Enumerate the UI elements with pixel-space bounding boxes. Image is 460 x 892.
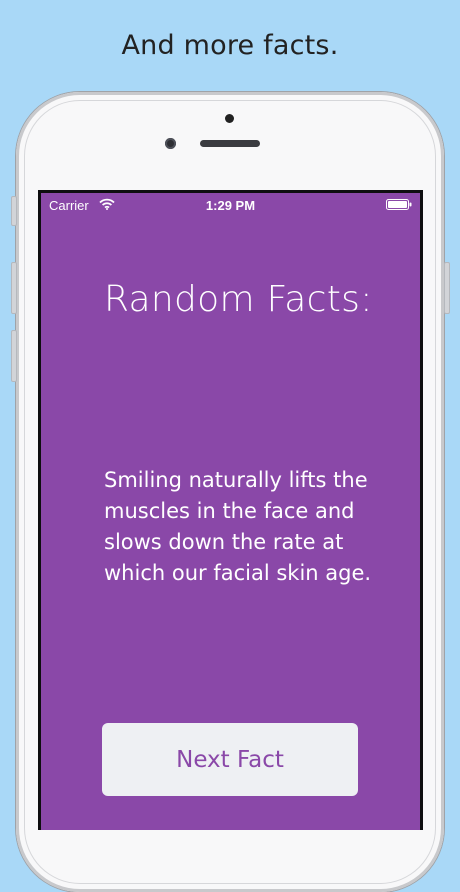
volume-up-button — [11, 262, 17, 314]
mute-switch — [11, 196, 17, 226]
promo-caption: And more facts. — [121, 30, 339, 61]
app-title: Random Facts: — [104, 279, 373, 320]
earpiece-speaker — [200, 140, 260, 147]
front-camera — [225, 114, 234, 123]
proximity-sensor — [165, 138, 176, 149]
app-display: Carrier 1:29 PM Random Facts: Smiling na… — [41, 193, 420, 830]
battery-icon — [386, 199, 412, 210]
fact-text: Smiling naturally lifts the muscles in t… — [104, 468, 372, 585]
status-time: 1:29 PM — [205, 198, 256, 213]
power-button — [444, 262, 450, 314]
phone-screen: Carrier 1:29 PM Random Facts: Smiling na… — [38, 190, 423, 830]
status-bar: Carrier 1:29 PM — [41, 193, 420, 215]
volume-down-button — [11, 330, 17, 382]
next-fact-button[interactable]: Next Fact — [102, 723, 358, 796]
